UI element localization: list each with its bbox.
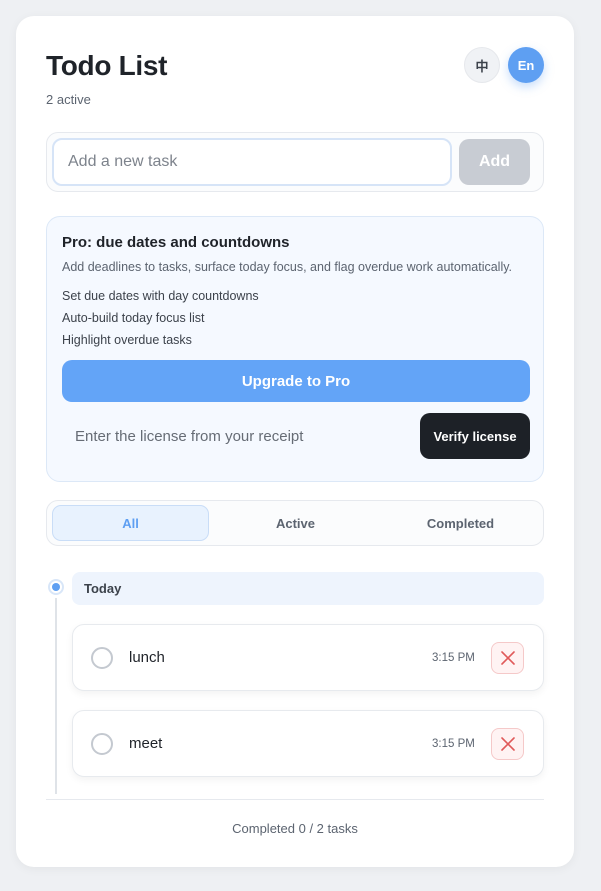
pro-feature: Highlight overdue tasks <box>62 333 192 347</box>
timeline-dot <box>48 579 64 595</box>
footer-divider <box>46 799 544 800</box>
license-input[interactable] <box>62 415 412 457</box>
upgrade-to-pro-button[interactable]: Upgrade to Pro <box>62 360 530 402</box>
active-count: 2 active <box>46 92 91 107</box>
group-header-today: Today <box>72 572 544 605</box>
add-task-button[interactable]: Add <box>459 139 530 185</box>
task-text: meet <box>129 735 163 752</box>
task-time: 3:15 PM <box>432 652 475 664</box>
timeline-line <box>55 598 57 794</box>
completion-summary: Completed 0 / 2 tasks <box>232 821 358 836</box>
verify-license-button[interactable]: Verify license <box>420 413 530 459</box>
language-en-button[interactable]: En <box>508 47 544 83</box>
page-title: Todo List <box>46 50 168 81</box>
delete-task-button[interactable] <box>491 642 524 674</box>
pro-upsell-panel: Pro: due dates and countdowns Add deadli… <box>46 216 544 482</box>
filter-tabs: All Active Completed <box>46 500 544 546</box>
pro-description: Add deadlines to tasks, surface today fo… <box>62 260 513 274</box>
task-checkbox[interactable] <box>91 647 113 669</box>
task-time: 3:15 PM <box>432 738 475 750</box>
pro-title: Pro: due dates and countdowns <box>62 234 290 251</box>
task-item: lunch 3:15 PM <box>72 624 544 691</box>
tab-completed[interactable]: Completed <box>382 505 539 541</box>
new-task-input[interactable] <box>52 138 452 186</box>
close-icon <box>500 737 515 751</box>
tab-active[interactable]: Active <box>217 505 374 541</box>
todo-card: Todo List 2 active 中 En Add Pro: due dat… <box>16 16 574 867</box>
language-zh-button[interactable]: 中 <box>464 47 500 83</box>
pro-feature: Auto-build today focus list <box>62 311 205 325</box>
task-checkbox[interactable] <box>91 733 113 755</box>
tab-all[interactable]: All <box>52 505 209 541</box>
task-item: meet 3:15 PM <box>72 710 544 777</box>
delete-task-button[interactable] <box>491 728 524 760</box>
task-text: lunch <box>129 649 165 666</box>
close-icon <box>500 651 515 665</box>
pro-feature: Set due dates with day countdowns <box>62 289 259 303</box>
add-task-form: Add <box>46 132 544 192</box>
